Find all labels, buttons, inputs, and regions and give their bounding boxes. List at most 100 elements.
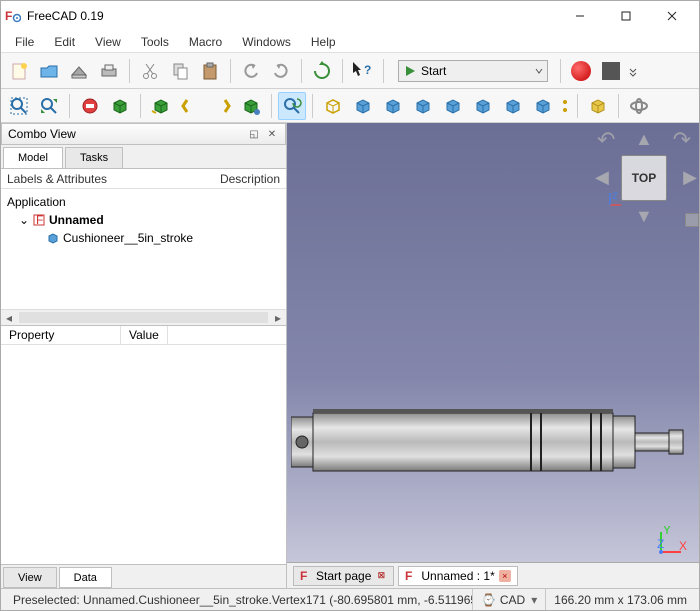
svg-text:Y: Y [663, 526, 671, 537]
stop-icon [602, 62, 620, 80]
btab-view[interactable]: View [3, 567, 57, 588]
svg-text:F: F [36, 214, 43, 226]
redo-button[interactable] [267, 57, 295, 85]
model-tree[interactable]: Application ⌄ F Unnamed Cushioneer__5in_… [1, 189, 286, 309]
tree-item-cushioneer[interactable]: Cushioneer__5in_stroke [5, 229, 282, 247]
cube-1[interactable] [349, 92, 377, 120]
sync-view-button[interactable] [278, 92, 306, 120]
whatsthis-button[interactable]: ? [349, 57, 377, 85]
svg-text:F: F [405, 570, 412, 582]
cube-7[interactable] [529, 92, 557, 120]
nav-right-icon[interactable]: ▶ [683, 167, 697, 188]
combo-view-titlebar: Combo View ◱ ✕ [1, 123, 286, 145]
cube-3[interactable] [409, 92, 437, 120]
expand-icon[interactable]: ⌄ [19, 213, 29, 227]
isometric-button[interactable] [147, 92, 175, 120]
macro-record-button[interactable] [567, 57, 595, 85]
toolbar-view [1, 89, 699, 123]
menu-help[interactable]: Help [303, 33, 344, 51]
view-iso-button[interactable] [319, 92, 347, 120]
panel-close-button[interactable]: ✕ [265, 127, 279, 141]
status-nav-style[interactable]: ⌚ CAD ▾ [472, 589, 545, 610]
fit-all-button[interactable] [5, 92, 33, 120]
menu-macro[interactable]: Macro [181, 33, 230, 51]
btab-data[interactable]: Data [59, 567, 112, 588]
refresh-button[interactable] [308, 57, 336, 85]
undo-button[interactable] [237, 57, 265, 85]
tree-hscroll[interactable]: ◂ ▸ [1, 309, 286, 325]
view-right-button[interactable] [237, 92, 265, 120]
rotate-ccw-icon[interactable]: ↶ [597, 127, 615, 153]
nav-up-icon[interactable]: ▲ [635, 129, 653, 150]
view-front-button[interactable] [177, 92, 205, 120]
cube-5[interactable] [469, 92, 497, 120]
new-button[interactable] [5, 57, 33, 85]
tree-document[interactable]: ⌄ F Unnamed [5, 211, 282, 229]
title-bar: F FreeCAD 0.19 [1, 1, 699, 31]
status-bar: Preselected: Unnamed.Cushioneer__5in_str… [1, 588, 699, 610]
menu-bar: File Edit View Tools Macro Windows Help [1, 31, 699, 53]
cube-2[interactable] [379, 92, 407, 120]
save-button[interactable] [65, 57, 93, 85]
copy-button[interactable] [166, 57, 194, 85]
nav-left-icon[interactable]: ◀ [595, 167, 609, 188]
maximize-button[interactable] [603, 1, 649, 31]
tree-application[interactable]: Application [5, 193, 282, 211]
nav-axis-icon: z [607, 191, 625, 209]
property-tabs: View Data [1, 564, 286, 588]
open-button[interactable] [35, 57, 63, 85]
macro-stop-button[interactable] [597, 57, 625, 85]
paste-button[interactable] [196, 57, 224, 85]
rendered-part[interactable] [291, 405, 685, 479]
minimize-button[interactable] [557, 1, 603, 31]
menu-edit[interactable]: Edit [46, 33, 83, 51]
fit-selection-button[interactable] [35, 92, 63, 120]
print-button[interactable] [95, 57, 123, 85]
cut-button[interactable] [136, 57, 164, 85]
cube-4[interactable] [439, 92, 467, 120]
part-icon [47, 232, 59, 244]
app-icon: F [5, 8, 21, 24]
draw-style-button[interactable] [76, 92, 104, 120]
doc-tab-start[interactable]: F Start page ⊠ [293, 566, 394, 586]
doc-tab-unnamed[interactable]: F Unnamed : 1* × [398, 566, 517, 586]
toolbar-file: ? Start [1, 53, 699, 89]
cube-6[interactable] [499, 92, 527, 120]
part-button[interactable] [584, 92, 612, 120]
measure-button[interactable] [559, 92, 571, 120]
3d-viewport[interactable]: ↶ ↷ ▲ ▼ ◀ ▶ TOP z [287, 123, 699, 588]
close-icon[interactable]: ⊠ [375, 570, 387, 582]
combo-tabs: Model Tasks [1, 145, 286, 169]
menu-file[interactable]: File [7, 33, 42, 51]
menu-tools[interactable]: Tools [133, 33, 177, 51]
scroll-right-icon[interactable]: ▸ [270, 310, 286, 325]
tab-tasks[interactable]: Tasks [65, 147, 123, 168]
close-button[interactable] [649, 1, 695, 31]
nav-mini-cube[interactable] [685, 213, 699, 227]
nav-cube[interactable]: ↶ ↷ ▲ ▼ ◀ ▶ TOP z [599, 133, 689, 223]
property-panel[interactable] [1, 345, 286, 564]
tree-header-desc: Description [220, 172, 280, 186]
menu-view[interactable]: View [87, 33, 129, 51]
workbench-selector[interactable]: Start [398, 60, 548, 82]
scroll-left-icon[interactable]: ◂ [1, 310, 17, 325]
main-area: Combo View ◱ ✕ Model Tasks Labels & Attr… [1, 123, 699, 588]
group-button[interactable] [625, 92, 653, 120]
status-dimensions: 166.20 mm x 173.06 mm [545, 589, 695, 610]
close-icon[interactable]: × [499, 570, 511, 582]
status-preselected: Preselected: Unnamed.Cushioneer__5in_str… [5, 589, 472, 610]
tab-model[interactable]: Model [3, 147, 63, 168]
view-top-button[interactable] [207, 92, 235, 120]
svg-text:?: ? [364, 63, 371, 77]
nav-down-icon[interactable]: ▼ [635, 206, 653, 227]
scroll-thumb[interactable] [19, 312, 268, 323]
rotate-cw-icon[interactable]: ↷ [673, 127, 691, 153]
nav-cube-face[interactable]: TOP [621, 155, 667, 201]
bounding-box-button[interactable] [106, 92, 134, 120]
menu-windows[interactable]: Windows [234, 33, 299, 51]
toolbar-overflow[interactable] [627, 57, 639, 85]
undock-button[interactable]: ◱ [247, 127, 261, 141]
svg-text:z: z [612, 191, 618, 202]
tree-header-labels: Labels & Attributes [7, 172, 220, 186]
app-icon: F [405, 570, 417, 582]
